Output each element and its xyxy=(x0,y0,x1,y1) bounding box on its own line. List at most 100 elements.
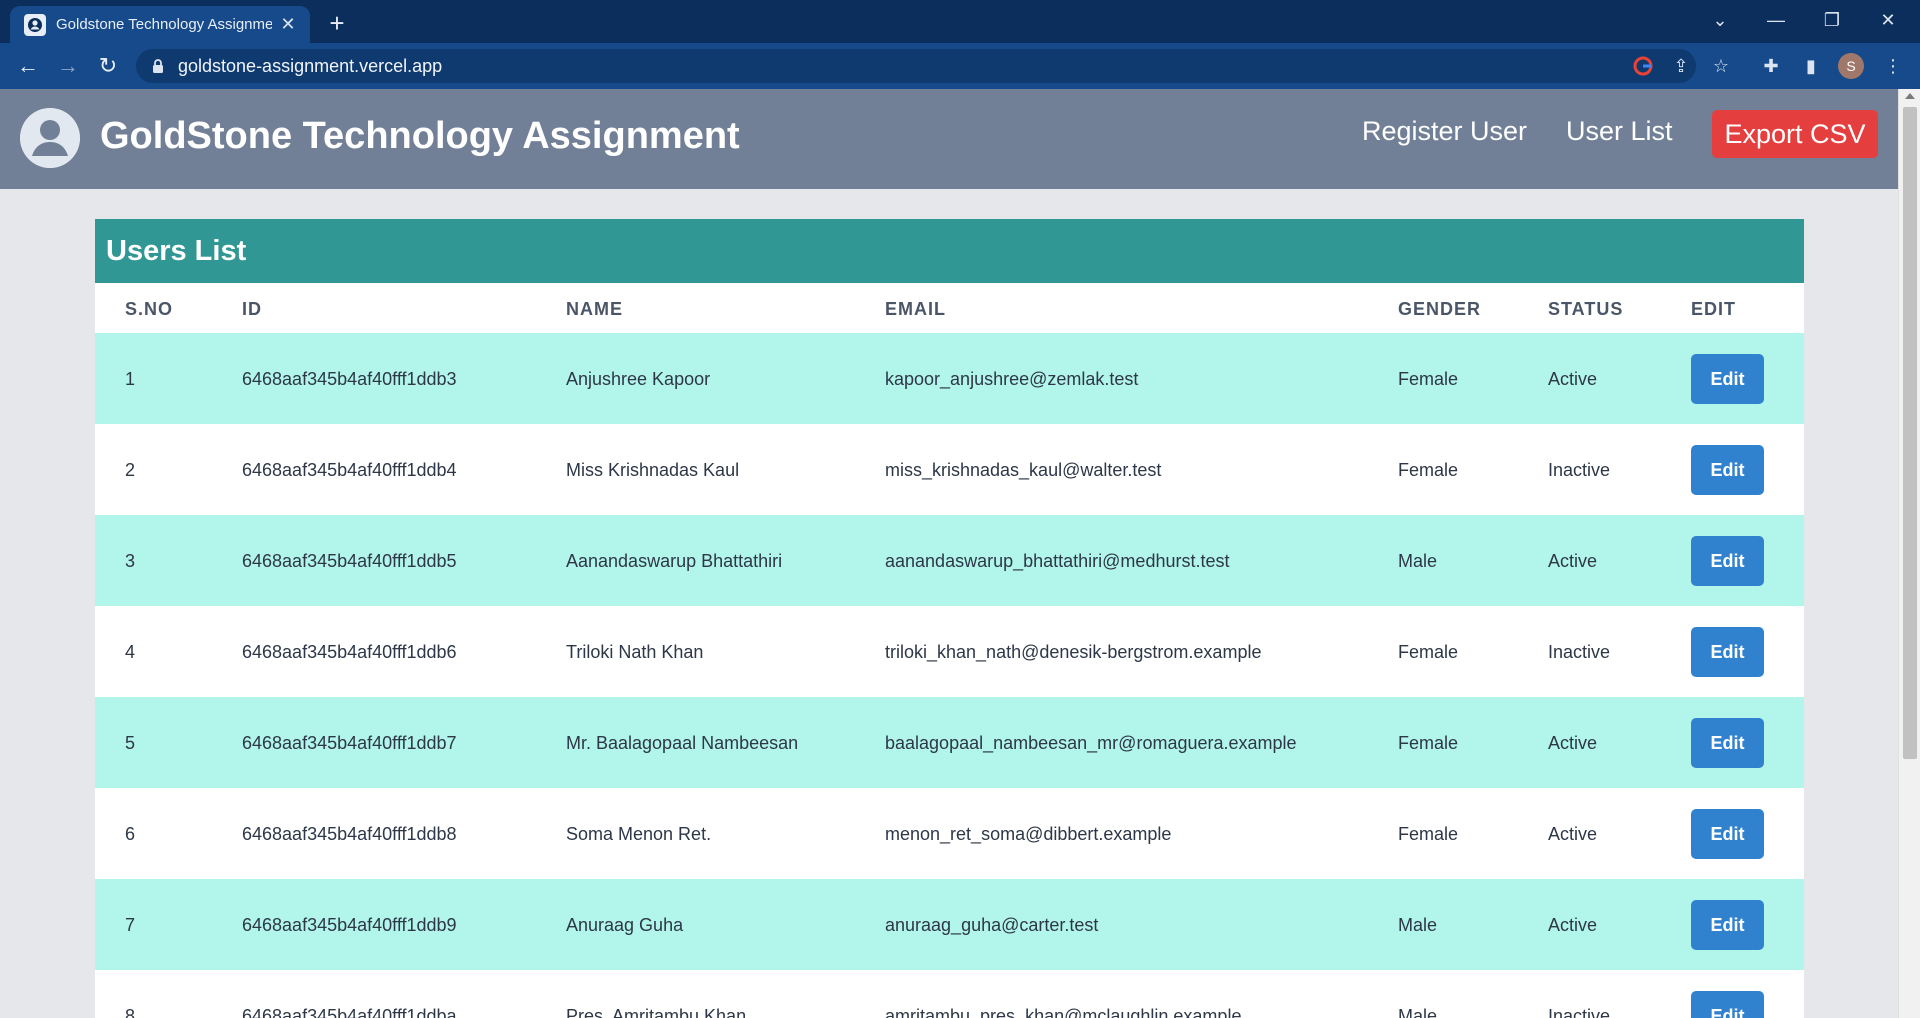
lock-icon xyxy=(153,59,163,73)
share-icon[interactable]: ⇪ xyxy=(1668,53,1694,79)
extensions-icon[interactable]: ✚ xyxy=(1758,53,1784,79)
restore-icon[interactable]: ❐ xyxy=(1804,0,1860,40)
cell-name: Aanandaswarup Bhattathiri xyxy=(566,551,783,571)
column-header-email: EMAIL xyxy=(885,299,946,319)
cell-sno: 3 xyxy=(125,551,136,571)
cell-gender: Male xyxy=(1398,551,1438,571)
nav-user-list[interactable]: User List xyxy=(1566,116,1673,147)
edit-button[interactable]: Edit xyxy=(1691,445,1764,495)
page-scrollbar[interactable] xyxy=(1898,89,1920,1018)
cell-email: aanandaswarup_bhattathiri@medhurst.test xyxy=(885,551,1230,571)
cell-id: 6468aaf345b4af40fff1ddb3 xyxy=(242,369,457,389)
new-tab-icon[interactable]: + xyxy=(322,8,352,38)
table-row: 4 6468aaf345b4af40fff1ddb6 Triloki Nath … xyxy=(95,606,1804,697)
reload-icon[interactable]: ↻ xyxy=(92,50,124,82)
page-viewport: GoldStone Technology Assignment Register… xyxy=(0,89,1898,1018)
users-card: Users List S.NO ID NAME EMAIL GENDER STA… xyxy=(95,219,1804,1018)
browser-tabstrip: Goldstone Technology Assignme ✕ + ⌄ — ❐ … xyxy=(0,0,1920,43)
cell-sno: 4 xyxy=(125,642,136,662)
browser-tab[interactable]: Goldstone Technology Assignme ✕ xyxy=(10,6,310,43)
cell-status: Active xyxy=(1548,551,1598,571)
cell-sno: 1 xyxy=(125,369,136,389)
edit-button[interactable]: Edit xyxy=(1691,991,1764,1018)
app-title: GoldStone Technology Assignment xyxy=(100,115,740,157)
edit-button[interactable]: Edit xyxy=(1691,900,1764,950)
cell-name: Triloki Nath Khan xyxy=(566,642,704,662)
cell-sno: 2 xyxy=(125,460,136,480)
scroll-up-arrow-icon[interactable] xyxy=(1905,93,1915,99)
table-row: 6 6468aaf345b4af40fff1ddb8 Soma Menon Re… xyxy=(95,788,1804,879)
cell-email: menon_ret_soma@dibbert.example xyxy=(885,824,1172,844)
nav-register-user[interactable]: Register User xyxy=(1362,116,1527,147)
url-text: goldstone-assignment.vercel.app xyxy=(178,55,443,76)
menu-kebab-icon[interactable]: ⋮ xyxy=(1880,53,1906,79)
cell-id: 6468aaf345b4af40fff1ddb4 xyxy=(242,460,457,480)
forward-icon[interactable]: → xyxy=(52,50,84,82)
cell-sno: 8 xyxy=(125,1006,136,1018)
app-navbar: GoldStone Technology Assignment Register… xyxy=(0,89,1898,189)
cell-email: baalagopaal_nambeesan_mr@romaguera.examp… xyxy=(885,733,1297,753)
google-icon[interactable] xyxy=(1630,53,1656,79)
window-close-icon[interactable]: ✕ xyxy=(1860,0,1916,40)
table-row: 7 6468aaf345b4af40fff1ddb9 Anuraag Guha … xyxy=(95,879,1804,970)
cell-id: 6468aaf345b4af40fff1ddba xyxy=(242,1006,457,1018)
cell-name: Anjushree Kapoor xyxy=(566,369,711,389)
user-avatar-icon xyxy=(20,108,80,168)
cell-gender: Female xyxy=(1398,642,1459,662)
column-header-status: STATUS xyxy=(1548,299,1624,319)
cell-id: 6468aaf345b4af40fff1ddb5 xyxy=(242,551,457,571)
edit-button[interactable]: Edit xyxy=(1691,627,1764,677)
cell-name: Pres. Amritambu Khan xyxy=(566,1006,747,1018)
cell-status: Inactive xyxy=(1548,460,1611,480)
side-panel-icon[interactable]: ▮ xyxy=(1798,53,1824,79)
edit-button[interactable]: Edit xyxy=(1691,354,1764,404)
bookmark-star-icon[interactable]: ☆ xyxy=(1708,53,1734,79)
cell-status: Inactive xyxy=(1548,1006,1611,1018)
edit-button[interactable]: Edit xyxy=(1691,536,1764,586)
cell-status: Active xyxy=(1548,733,1598,753)
table-row: 5 6468aaf345b4af40fff1ddb7 Mr. Baalagopa… xyxy=(95,697,1804,788)
address-bar[interactable]: goldstone-assignment.vercel.app xyxy=(136,49,1696,83)
cell-status: Active xyxy=(1548,824,1598,844)
column-header-edit: EDIT xyxy=(1691,299,1737,319)
scrollbar-thumb[interactable] xyxy=(1903,107,1917,759)
cell-gender: Female xyxy=(1398,824,1459,844)
cell-gender: Male xyxy=(1398,915,1438,935)
profile-avatar[interactable]: S xyxy=(1838,53,1864,79)
cell-id: 6468aaf345b4af40fff1ddb9 xyxy=(242,915,457,935)
browser-toolbar: ← → ↻ goldstone-assignment.vercel.app ⇪ … xyxy=(0,43,1920,89)
cell-email: kapoor_anjushree@zemlak.test xyxy=(885,369,1139,389)
table-row: 3 6468aaf345b4af40fff1ddb5 Aanandaswarup… xyxy=(95,515,1804,606)
cell-sno: 6 xyxy=(125,824,136,844)
users-list-heading: Users List xyxy=(95,219,1804,283)
edit-button[interactable]: Edit xyxy=(1691,809,1764,859)
cell-status: Active xyxy=(1548,915,1598,935)
cell-email: amritambu_pres_khan@mclaughlin.example xyxy=(885,1006,1242,1018)
cell-id: 6468aaf345b4af40fff1ddb6 xyxy=(242,642,457,662)
cell-gender: Female xyxy=(1398,733,1459,753)
cell-sno: 7 xyxy=(125,915,136,935)
table-row: 8 6468aaf345b4af40fff1ddba Pres. Amritam… xyxy=(95,970,1804,1018)
tab-close-icon[interactable]: ✕ xyxy=(278,14,298,35)
cell-id: 6468aaf345b4af40fff1ddb7 xyxy=(242,733,457,753)
table-row: 1 6468aaf345b4af40fff1ddb3 Anjushree Kap… xyxy=(95,333,1804,424)
site-favicon-icon xyxy=(24,13,46,36)
table-row: 2 6468aaf345b4af40fff1ddb4 Miss Krishnad… xyxy=(95,424,1804,515)
column-header-name: NAME xyxy=(566,299,623,319)
cell-email: anuraag_guha@carter.test xyxy=(885,915,1099,935)
tab-search-icon[interactable]: ⌄ xyxy=(1692,0,1748,40)
cell-name: Soma Menon Ret. xyxy=(566,824,712,844)
cell-email: triloki_khan_nath@denesik-bergstrom.exam… xyxy=(885,642,1262,662)
tab-title: Goldstone Technology Assignme xyxy=(56,16,272,33)
column-header-sno: S.NO xyxy=(125,299,174,319)
cell-email: miss_krishnadas_kaul@walter.test xyxy=(885,460,1162,480)
back-icon[interactable]: ← xyxy=(12,50,44,82)
cell-name: Mr. Baalagopaal Nambeesan xyxy=(566,733,799,753)
table-header: S.NO ID NAME EMAIL GENDER STATUS EDIT xyxy=(95,283,1804,333)
export-csv-button[interactable]: Export CSV xyxy=(1712,110,1878,158)
cell-gender: Male xyxy=(1398,1006,1438,1018)
cell-id: 6468aaf345b4af40fff1ddb8 xyxy=(242,824,457,844)
cell-gender: Female xyxy=(1398,460,1459,480)
minimize-icon[interactable]: — xyxy=(1748,0,1804,40)
edit-button[interactable]: Edit xyxy=(1691,718,1764,768)
